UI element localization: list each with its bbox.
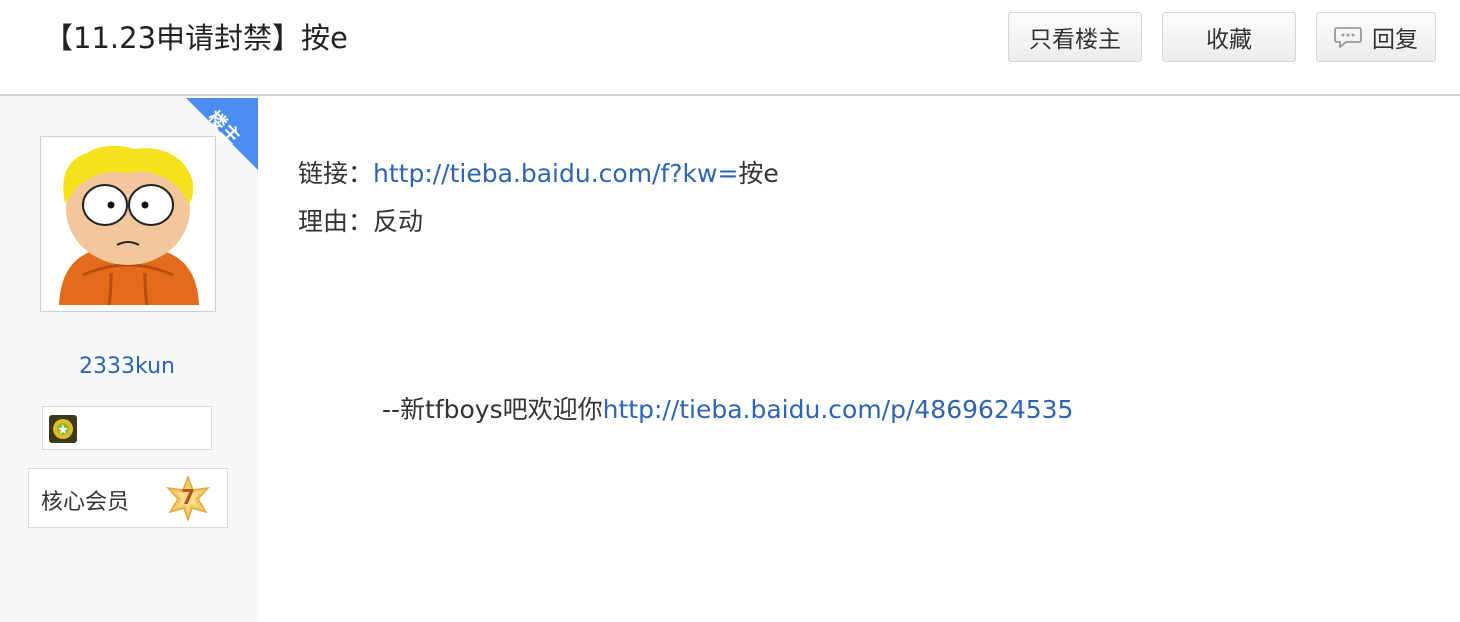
post-header: 【11.23申请封禁】按e 只看楼主 收藏 回复 [0, 0, 1460, 96]
avatar[interactable] [40, 136, 216, 312]
reason-row: 理由：反动 [298, 198, 779, 246]
speech-bubble-icon [1334, 26, 1362, 49]
signature-text: --新tfboys吧欢迎你 [382, 395, 603, 424]
link-label: 链接： [298, 159, 374, 188]
reason-label: 理由： [298, 207, 374, 236]
author-username[interactable]: 2333kun [0, 354, 254, 379]
thread-title: 【11.23申请封禁】按e [44, 21, 348, 55]
star-level-icon: 7 [165, 475, 211, 521]
favorite-button[interactable]: 收藏 [1162, 12, 1296, 62]
link-suffix: 按e [738, 159, 779, 188]
member-badge-row [42, 406, 212, 450]
link-row: 链接：http://tieba.baidu.com/f?kw=按e [298, 150, 779, 198]
signature-link[interactable]: http://tieba.baidu.com/p/4869624535 [603, 395, 1074, 424]
reply-button-label: 回复 [1372, 27, 1418, 53]
member-level-card[interactable]: 核心会员 7 [28, 468, 228, 528]
member-level-label: 核心会员 [41, 490, 130, 515]
post-signature: --新tfboys吧欢迎你http://tieba.baidu.com/p/48… [382, 390, 1073, 430]
member-level-number: 7 [181, 485, 195, 509]
forum-link[interactable]: http://tieba.baidu.com/f?kw= [373, 159, 738, 188]
reason-text: 反动 [373, 207, 424, 236]
reply-button[interactable]: 回复 [1316, 12, 1436, 62]
post-content: 链接：http://tieba.baidu.com/f?kw=按e 理由：反动 [298, 150, 779, 246]
only-host-button[interactable]: 只看楼主 [1008, 12, 1142, 62]
sunflower-badge-icon[interactable] [49, 415, 77, 443]
